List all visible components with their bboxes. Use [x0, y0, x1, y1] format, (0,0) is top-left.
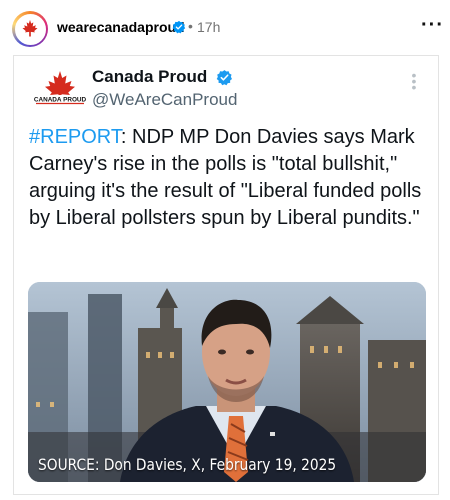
story-ring[interactable] [12, 11, 48, 47]
post-header: wearecanadaproud • 17h ··· [0, 0, 450, 56]
verified-badge-icon [172, 20, 186, 34]
svg-text:CANADA PROUD: CANADA PROUD [34, 97, 87, 104]
news-video-still [28, 282, 426, 482]
canada-proud-logo[interactable]: CANADA PROUD [32, 69, 88, 117]
tweet-text: #REPORT: NDP MP Don Davies says Mark Car… [29, 124, 429, 232]
profile-avatar[interactable] [14, 13, 46, 45]
more-options-icon[interactable]: ··· [421, 14, 444, 37]
post-username[interactable]: wearecanadaproud [57, 19, 185, 35]
embedded-tweet-card: CANADA PROUD Canada Proud @WeAreCanProud… [13, 55, 439, 495]
maple-leaf-icon [22, 19, 38, 37]
tweet-display-name[interactable]: Canada Proud [92, 67, 207, 87]
tweet-media-image[interactable]: SOURCE: Don Davies, X, February 19, 2025 [28, 282, 426, 482]
separator-dot: • [188, 18, 193, 34]
tweet-handle[interactable]: @WeAreCanProud [92, 90, 237, 110]
hashtag-link[interactable]: #REPORT [29, 126, 121, 148]
media-source-caption: SOURCE: Don Davies, X, February 19, 2025 [38, 455, 337, 474]
twitter-verified-icon [216, 70, 233, 86]
post-timestamp[interactable]: 17h [197, 19, 220, 35]
tweet-more-icon[interactable]: • • • [410, 68, 418, 94]
